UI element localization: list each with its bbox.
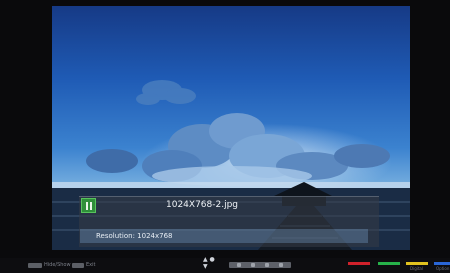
navigation-keys: ▲ ● ▼ — [203, 256, 223, 272]
green-key[interactable] — [378, 262, 400, 265]
exit-key-icon — [72, 263, 84, 268]
resolution-label: Resolution: 1024x768 — [96, 232, 173, 240]
ok-icon: ● — [209, 256, 215, 263]
file-name: 1024X768-2.jpg — [166, 200, 239, 210]
blue-key-label: Option — [436, 266, 450, 271]
hint-exit[interactable]: Exit — [86, 261, 95, 270]
page-indicator — [229, 262, 291, 268]
hint-hide-show[interactable]: Hide/Show — [44, 261, 71, 270]
arrow-up-icon: ▲ — [203, 256, 208, 263]
page-pip — [251, 263, 255, 267]
blue-key[interactable] — [434, 262, 450, 265]
arrow-down-icon: ▼ — [203, 263, 208, 270]
info-key-icon — [28, 263, 42, 268]
yellow-key-label: Digital — [410, 266, 423, 271]
red-key[interactable] — [348, 262, 370, 265]
page-pip — [237, 263, 241, 267]
pause-icon[interactable] — [81, 198, 96, 213]
page-pip — [279, 263, 283, 267]
yellow-key[interactable] — [406, 262, 428, 265]
page-pip — [265, 263, 269, 267]
